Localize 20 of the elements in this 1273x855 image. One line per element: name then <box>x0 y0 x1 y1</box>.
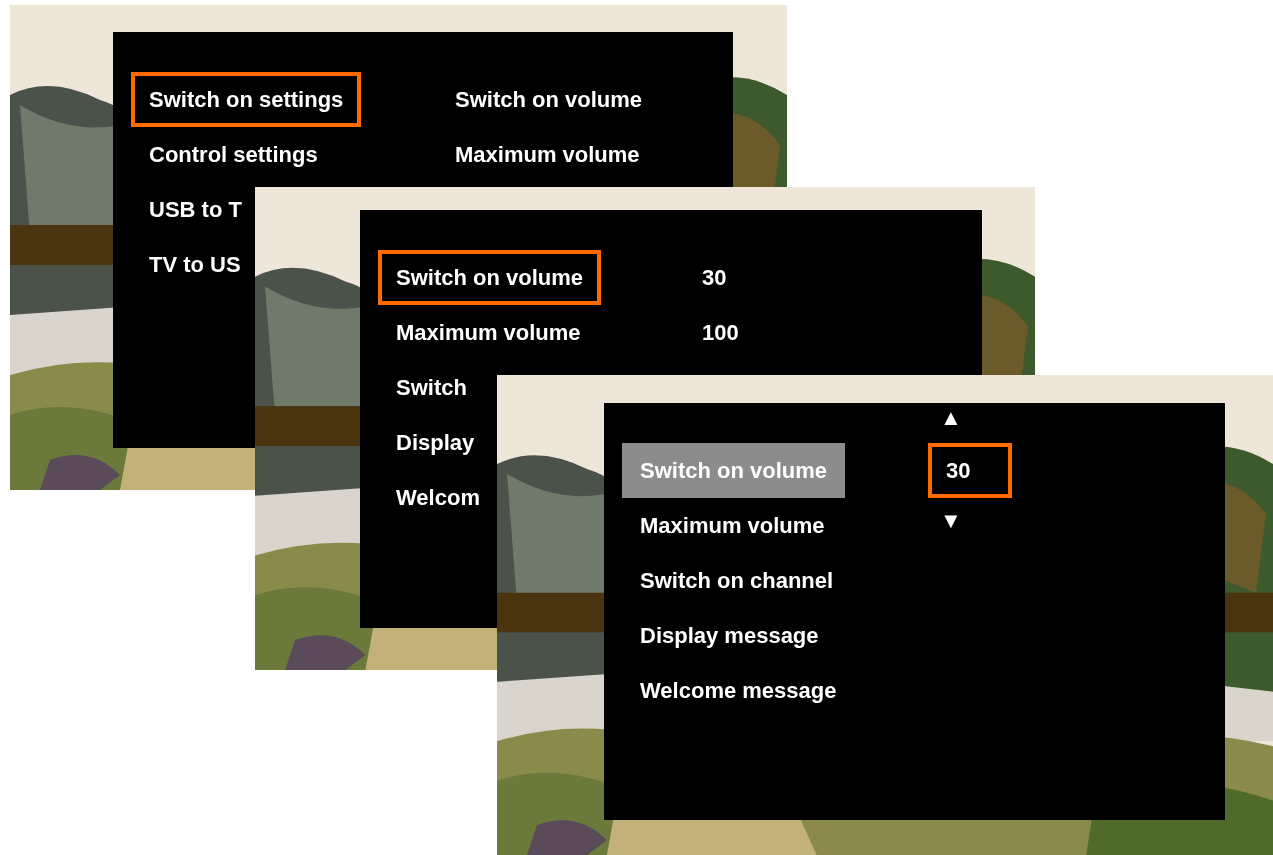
menu-item[interactable]: Switch on settings <box>131 72 362 127</box>
value-field[interactable]: 30 <box>928 443 1013 498</box>
menu-item[interactable]: Welcome message <box>622 663 841 718</box>
menu-item[interactable]: Display message <box>622 608 823 663</box>
menu-option[interactable]: Switch on volume <box>437 72 661 127</box>
menu-item[interactable]: Switch on channel <box>622 553 838 608</box>
menu-item[interactable]: Control settings <box>131 127 322 182</box>
menu-item[interactable]: Display <box>378 415 479 470</box>
menu-item[interactable]: Maximum volume <box>378 305 585 360</box>
menu-item[interactable]: Switch <box>378 360 471 415</box>
menu-item[interactable]: Maximum volume <box>622 498 829 553</box>
menu-item[interactable]: USB to T <box>131 182 246 237</box>
menu-option[interactable]: 30 <box>684 250 745 305</box>
menu-item[interactable]: TV to US <box>131 237 245 292</box>
up-arrow[interactable]: ▲ <box>940 407 962 429</box>
menu-item[interactable]: Welcom <box>378 470 484 525</box>
down-arrow[interactable]: ▼ <box>940 510 962 532</box>
menu-item[interactable]: Switch on volume <box>378 250 602 305</box>
menu-option[interactable]: Maximum volume <box>437 127 658 182</box>
menu-option[interactable]: 100 <box>684 305 757 360</box>
